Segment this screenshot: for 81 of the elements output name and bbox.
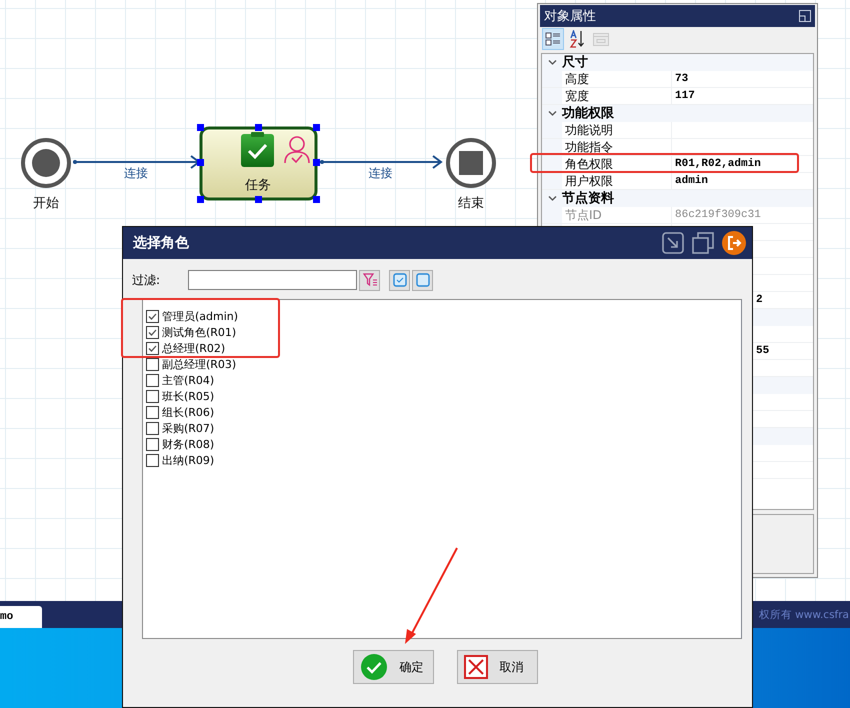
- selection-handle[interactable]: [255, 124, 262, 131]
- dialog-title: 选择角色: [133, 234, 189, 252]
- role-option[interactable]: 采购(R07): [146, 420, 741, 436]
- document-tab[interactable]: mo: [0, 606, 42, 628]
- checkbox[interactable]: [146, 406, 159, 418]
- clipboard-check-icon: [241, 132, 274, 167]
- property-value: 55: [755, 344, 770, 359]
- end-event[interactable]: [446, 138, 496, 188]
- checkbox[interactable]: [146, 326, 159, 338]
- clear-all-button[interactable]: [412, 270, 433, 290]
- checkbox[interactable]: [146, 310, 159, 322]
- categorized-icon: [545, 31, 561, 47]
- node-label: 结束: [458, 196, 484, 211]
- property-name: 用户权限: [562, 173, 672, 189]
- start-event[interactable]: [21, 138, 71, 188]
- chevron-down-icon[interactable]: [548, 110, 556, 116]
- filter-field[interactable]: [188, 270, 357, 290]
- copyright-text: 权所有 www.csfra: [758, 608, 849, 622]
- filter-label: 过滤:: [132, 272, 162, 288]
- role-option[interactable]: 组长(R06): [146, 404, 741, 420]
- selection-handle[interactable]: [197, 196, 204, 203]
- panel-title: 对象属性: [544, 8, 596, 25]
- role-option[interactable]: 管理员(admin): [146, 308, 741, 324]
- connector-label: 连接: [124, 166, 148, 180]
- windows-icon[interactable]: [692, 232, 714, 254]
- property-pages-icon: [593, 32, 609, 46]
- property-name: 节点ID: [562, 207, 672, 223]
- restore-icon[interactable]: [799, 10, 811, 22]
- checkbox[interactable]: [146, 374, 159, 386]
- node-label: 开始: [33, 196, 59, 211]
- property-name: 宽度: [562, 88, 672, 104]
- property-value: admin: [674, 174, 708, 189]
- toolbar-button[interactable]: [542, 28, 564, 50]
- select-all-button[interactable]: [389, 270, 410, 290]
- property-value: 73: [674, 72, 688, 87]
- selection-handle[interactable]: [197, 159, 204, 166]
- property-value: R01,R02,admin: [674, 157, 761, 172]
- role-option[interactable]: 总经理(R02): [146, 340, 741, 356]
- user-check-icon: [284, 136, 310, 164]
- property-value: 2: [755, 293, 763, 308]
- category-label: 尺寸: [562, 54, 588, 70]
- checkbox[interactable]: [146, 422, 159, 434]
- category-label: 功能权限: [562, 105, 614, 121]
- checkbox[interactable]: [146, 390, 159, 402]
- node-label: 任务: [245, 178, 271, 193]
- property-value: 117: [674, 89, 695, 104]
- role-option[interactable]: 主管(R04): [146, 372, 741, 388]
- connector-label: 连接: [368, 166, 392, 180]
- checkbox[interactable]: [146, 342, 159, 354]
- confirm-button[interactable]: 确定: [352, 650, 434, 684]
- role-option[interactable]: 财务(R08): [146, 436, 741, 452]
- property-name: 功能说明: [562, 122, 672, 138]
- selection-handle[interactable]: [313, 196, 320, 203]
- property-value: 86c219f309c31: [674, 208, 761, 223]
- selection-handle[interactable]: [313, 124, 320, 131]
- filter-button[interactable]: [359, 270, 380, 290]
- role-option[interactable]: 班长(R05): [146, 388, 741, 404]
- exit-icon[interactable]: [722, 231, 746, 255]
- role-option[interactable]: 副总经理(R03): [146, 356, 741, 372]
- empty-square-icon: [416, 273, 430, 287]
- checked-square-icon: [392, 273, 406, 287]
- chevron-down-icon[interactable]: [548, 58, 556, 66]
- selection-handle[interactable]: [255, 196, 262, 203]
- filter-icon: [362, 273, 376, 287]
- role-option[interactable]: 测试角色(R01): [146, 324, 741, 340]
- category-label: 节点资料: [562, 190, 614, 206]
- connector-arrow[interactable]: [320, 155, 443, 169]
- property-name: 高度: [562, 71, 672, 87]
- selection-handle[interactable]: [313, 159, 320, 166]
- cancel-button[interactable]: 取消: [456, 650, 538, 684]
- resize-icon[interactable]: [662, 232, 684, 254]
- close-icon: [464, 655, 488, 679]
- chevron-down-icon[interactable]: [548, 194, 556, 202]
- checkbox[interactable]: [146, 358, 159, 370]
- checkbox[interactable]: [146, 438, 159, 450]
- check-circle-icon: [360, 653, 388, 681]
- property-name: 功能指令: [562, 139, 672, 155]
- selection-handle[interactable]: [197, 124, 204, 131]
- role-option[interactable]: 出纳(R09): [146, 452, 741, 468]
- checkbox[interactable]: [146, 454, 159, 466]
- sort-icon: [569, 30, 585, 48]
